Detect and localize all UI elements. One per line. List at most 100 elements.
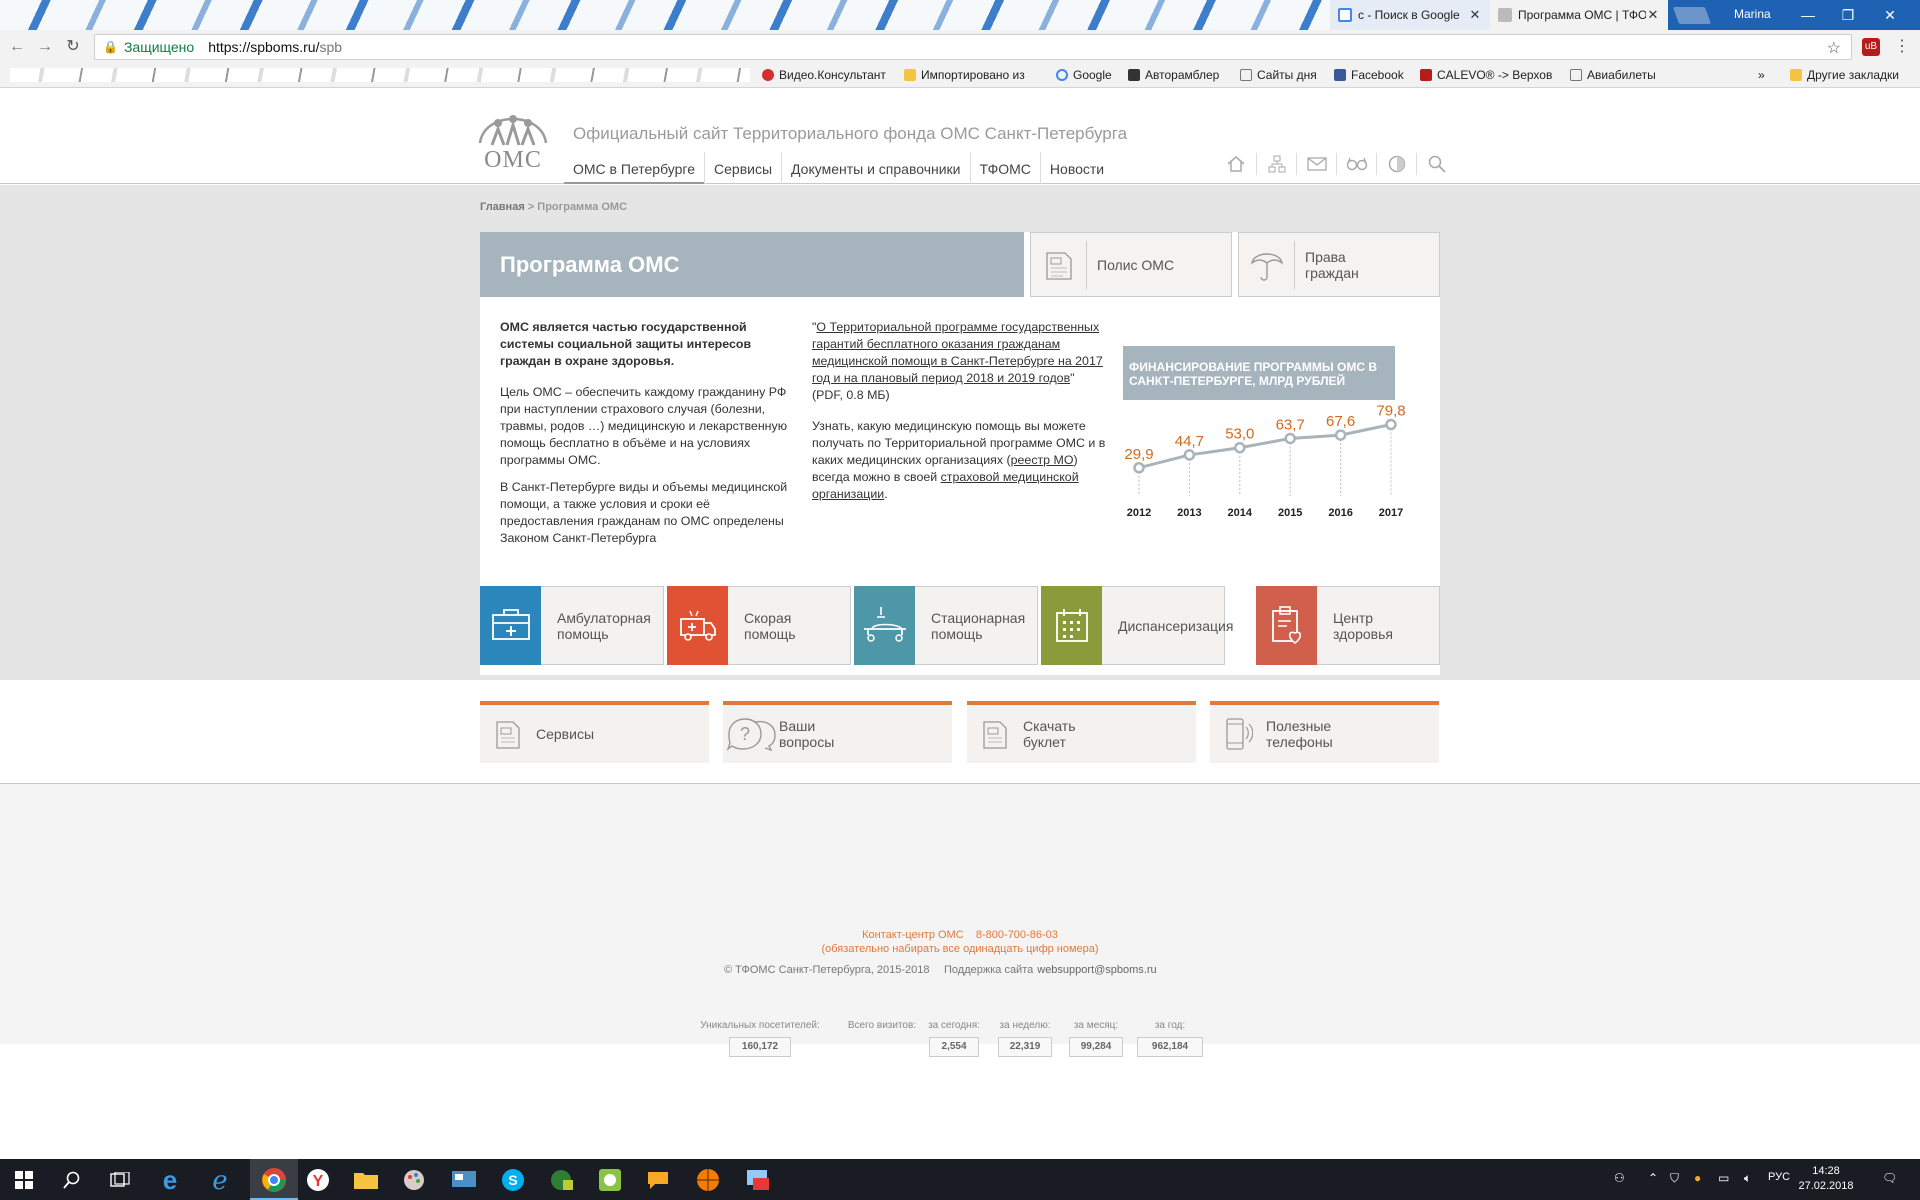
bookmark-folder[interactable]: Импортировано из (904, 68, 1025, 82)
chart-year-label: 2015 (1278, 507, 1302, 519)
network-icon[interactable]: ▭ (1718, 1171, 1729, 1185)
remote-desktop-icon[interactable] (745, 1167, 771, 1193)
bookmark-item[interactable]: Google (1056, 68, 1112, 82)
page-icon (1570, 69, 1582, 81)
tile-outpatient[interactable]: Амбулаторная помощь (480, 585, 664, 665)
useful-phones-button[interactable]: Полезные телефоны (1210, 701, 1439, 763)
tile-dispanserization-label: Диспансеризация (1118, 617, 1234, 634)
skype-icon[interactable]: S (500, 1167, 526, 1193)
tray-chevron-up-icon[interactable]: ⌃ (1648, 1171, 1658, 1185)
tile-health-center-label: Центр здоровья (1333, 609, 1393, 642)
bookmark-item[interactable]: Видео.Консультант (762, 68, 886, 82)
new-tab-button[interactable] (1672, 7, 1712, 24)
chart-year-label: 2014 (1228, 507, 1253, 519)
profile-name[interactable]: Marina (1734, 7, 1771, 21)
contrast-icon[interactable] (1376, 153, 1416, 175)
close-tab-icon[interactable]: ✕ (1646, 7, 1660, 23)
questions-button[interactable]: ? Ваши вопросы (723, 701, 952, 763)
home-icon[interactable] (1216, 153, 1256, 175)
search-icon[interactable] (1416, 153, 1456, 175)
windows-start-icon[interactable] (11, 1167, 37, 1193)
nav-tfoms[interactable]: ТФОМС (969, 152, 1040, 184)
tile-dispanserization[interactable]: Диспансеризация (1041, 585, 1233, 665)
help-paragraph: Узнать, какую медицинскую помощь вы може… (812, 419, 1106, 501)
action-center-icon[interactable]: 🗨︎ (1882, 1171, 1897, 1185)
download-booklet-button[interactable]: Скачать буклет (967, 701, 1196, 763)
tile-health-center[interactable]: Центр здоровья (1256, 585, 1440, 665)
program-document-link[interactable]: О Территориальной программе государствен… (812, 320, 1103, 385)
forward-icon[interactable]: → (34, 37, 56, 57)
basketball-app-icon[interactable] (695, 1167, 721, 1193)
reload-icon[interactable]: ↻ (62, 37, 84, 57)
nav-news[interactable]: Новости (1039, 152, 1113, 184)
copyright: © ТФОМС Санкт-Петербурга, 2015-2018 (724, 964, 930, 976)
bookmark-item[interactable]: Авторамблер (1128, 68, 1219, 82)
bookmark-item[interactable]: CALEVO® -> Верхов (1420, 68, 1552, 82)
medkit-icon (480, 585, 541, 665)
intro-law: В Санкт-Петербурге виды и объемы медицин… (500, 480, 788, 545)
bookmark-item[interactable]: Авиабилеты (1570, 68, 1656, 82)
bookmark-item[interactable]: Сайты дня (1240, 68, 1317, 82)
defender-shield-icon[interactable]: ⛉ (1670, 1171, 1679, 1186)
citizens-rights-button[interactable]: Права граждан (1238, 232, 1440, 297)
volume-icon[interactable]: 🔈︎ (1744, 1171, 1751, 1186)
chart-year-label: 2013 (1177, 507, 1201, 519)
paint-icon[interactable] (401, 1167, 427, 1193)
services-button[interactable]: Сервисы (480, 701, 709, 763)
contact-phone[interactable]: 8-800-700-86-03 (976, 929, 1058, 941)
restore-icon[interactable]: ❐ (1828, 3, 1868, 27)
stat-year: за год: 962,184 (1136, 1020, 1204, 1057)
more-bookmarks-button[interactable]: » (1758, 68, 1765, 82)
file-explorer-icon[interactable] (353, 1167, 379, 1193)
language-indicator[interactable]: РУС (1768, 1171, 1790, 1183)
stat-unique-visitors: Уникальных посетителей: 160,172 (694, 1020, 826, 1057)
internet-explorer-icon[interactable]: ℯ (207, 1165, 233, 1195)
other-bookmarks-folder[interactable]: Другие закладки (1790, 68, 1899, 82)
control-panel-icon[interactable] (451, 1167, 477, 1193)
omnibox[interactable]: 🔒 Защищено https://spboms.ru/spb ☆ (94, 34, 1852, 60)
tab-google-search[interactable]: с - Поиск в Google ✕ (1330, 0, 1490, 30)
tab-title: Программа ОМС | ТФО (1518, 8, 1646, 22)
breadcrumb-separator: > (524, 201, 538, 213)
people-icon[interactable]: ⚇ (1614, 1171, 1625, 1185)
nav-oms-spb[interactable]: ОМС в Петербурге (564, 152, 705, 184)
chrome-icon[interactable] (261, 1167, 287, 1193)
site-logo[interactable]: ОМС (476, 103, 550, 173)
bookmark-star-icon[interactable]: ☆ (1827, 38, 1841, 58)
edge-icon[interactable]: e (157, 1165, 183, 1195)
nav-services[interactable]: Сервисы (704, 152, 781, 184)
extension-icon[interactable]: uB (1862, 38, 1880, 56)
bookmark-item[interactable]: Facebook (1334, 68, 1404, 82)
system-clock[interactable]: 14:28 27.02.2018 (1796, 1164, 1856, 1194)
glasses-icon[interactable] (1336, 153, 1376, 175)
support-email-link[interactable]: websupport@spboms.ru (1037, 964, 1156, 976)
tile-hospital[interactable]: Стационарная помощь (854, 585, 1038, 665)
network-app-icon[interactable] (549, 1167, 575, 1193)
house-icon (1128, 69, 1140, 81)
task-view-icon[interactable] (107, 1167, 133, 1193)
stat-week: за неделю: 22,319 (996, 1020, 1054, 1057)
policy-oms-button[interactable]: Полис ОМС (1030, 232, 1232, 297)
back-icon[interactable]: ← (6, 37, 28, 57)
minimize-icon[interactable]: — (1788, 3, 1828, 27)
search-icon[interactable] (59, 1167, 85, 1193)
close-window-icon[interactable]: ✕ (1870, 3, 1910, 27)
site-title: Официальный сайт Территориального фонда … (573, 124, 1128, 143)
registry-link[interactable]: реестр МО (1011, 453, 1074, 467)
yandex-browser-icon[interactable]: Y (305, 1167, 331, 1193)
tab-programma-oms[interactable]: Программа ОМС | ТФО ✕ (1490, 0, 1668, 30)
close-tab-icon[interactable]: ✕ (1468, 7, 1482, 23)
nav-documents[interactable]: Документы и справочники (781, 152, 969, 184)
messenger-icon[interactable] (645, 1167, 671, 1193)
svg-text:?: ? (740, 724, 750, 744)
sitemap-icon[interactable] (1256, 153, 1296, 175)
stat-month: за месяц: 99,284 (1068, 1020, 1124, 1057)
intro-goal: Цель ОМС – обеспечить каждому гражданину… (500, 385, 787, 467)
tile-ambulance[interactable]: Скорая помощь (667, 585, 851, 665)
chrome-menu-icon[interactable]: ⋮ (1894, 38, 1910, 56)
android-app-icon[interactable] (597, 1167, 623, 1193)
breadcrumb-home[interactable]: Главная (480, 201, 525, 213)
facebook-icon (1334, 69, 1346, 81)
notification-bulb-icon[interactable]: ● (1694, 1171, 1701, 1185)
mail-icon[interactable] (1296, 153, 1336, 175)
